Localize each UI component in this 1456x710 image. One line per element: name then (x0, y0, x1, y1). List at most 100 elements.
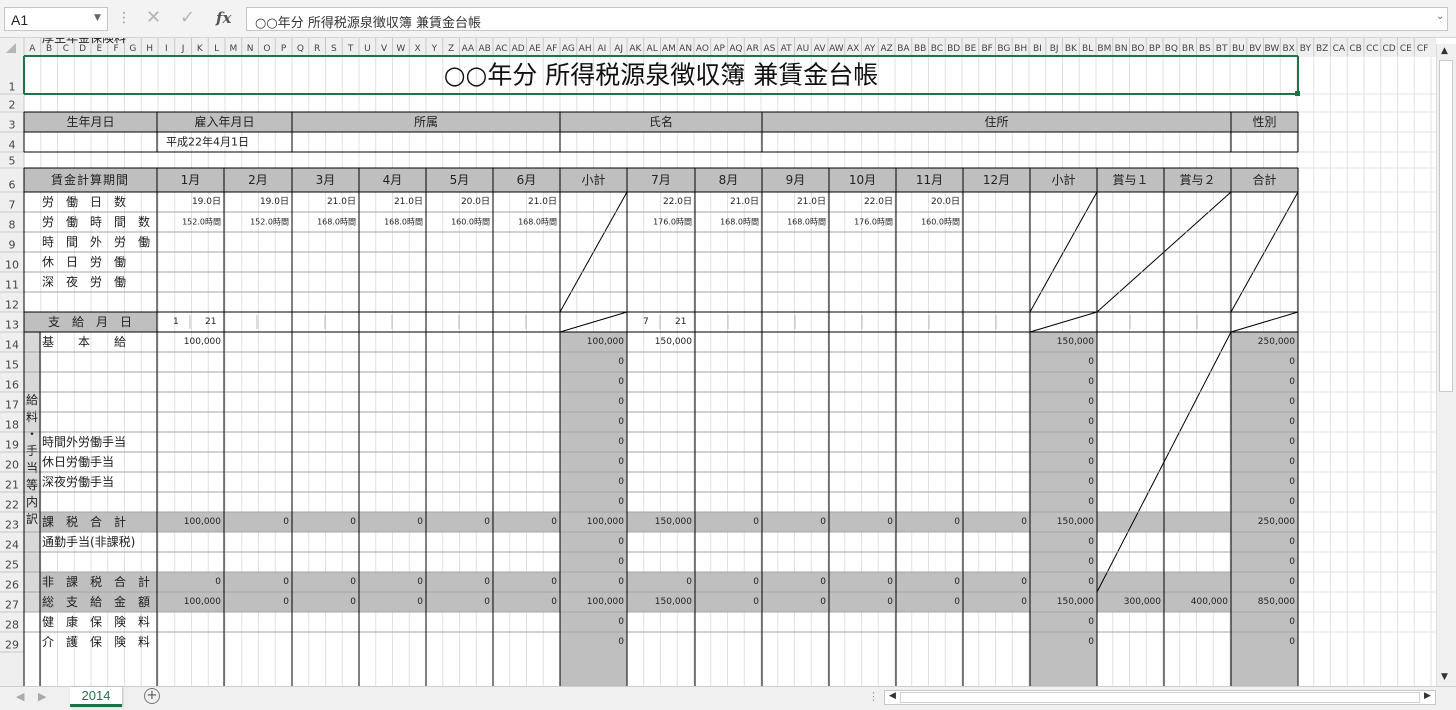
chevron-down-icon[interactable]: ▼ (94, 13, 101, 23)
zero-value: 0 (618, 617, 624, 627)
column-header-Q: Q (297, 44, 304, 54)
zero-value: 0 (1289, 617, 1295, 627)
gross-pay-value: 850,000 (1258, 597, 1295, 607)
work-days-value: 20.0日 (461, 196, 490, 207)
nontaxable-total-value: 0 (954, 577, 960, 587)
column-header-BA: BA (897, 44, 910, 54)
scroll-up-icon[interactable]: ▲ (1441, 46, 1448, 56)
zero-value: 0 (1088, 357, 1094, 367)
zero-value: 0 (618, 537, 624, 547)
scroll-left-icon[interactable]: ◀ (889, 691, 896, 701)
horizontal-scroll-thumb[interactable] (900, 692, 1420, 703)
row-header-14: 14 (5, 339, 19, 352)
taxable-total-value: 150,000 (655, 517, 692, 527)
work-hours-value: 160.0時間 (451, 218, 490, 227)
worksheet-grid[interactable]: A B C D E F G H I J K L M N O P Q R S T U V W X Y Z AA AB AC AD AE AF AG… (0, 38, 1456, 686)
nontaxable-total-value: 0 (215, 577, 221, 587)
nontaxable-total-value: 0 (1289, 577, 1295, 587)
column-header-AT: AT (781, 44, 792, 54)
row-header-7: 7 (9, 199, 16, 212)
nontaxable-total-value: 0 (887, 577, 893, 587)
column-header-CE: CE (1400, 44, 1412, 54)
formula-input[interactable]: ○○年分 所得税源泉徴収簿 兼賃金台帳 (246, 7, 1448, 31)
column-header-BF: BF (981, 44, 992, 54)
column-header-AN: AN (679, 44, 692, 54)
row-header-16: 16 (5, 379, 19, 392)
payday-day: 21 (675, 317, 686, 327)
column-header-W: W (396, 44, 405, 54)
taxable-total-value: 0 (887, 517, 893, 527)
column-header-BZ: BZ (1316, 44, 1328, 54)
cancel-icon[interactable]: ✕ (146, 7, 161, 28)
work-days-value: 19.0日 (260, 196, 289, 207)
pay-label: 非 課 税 合 計 (42, 574, 150, 589)
column-header-BM: BM (1097, 44, 1111, 54)
previous-sheet-icon[interactable]: ◀ (16, 690, 24, 703)
column-header-AR: AR (746, 44, 758, 54)
row-header-23: 23 (5, 519, 19, 532)
header-label: 雇入年月日 (194, 114, 254, 129)
row-header-17: 17 (5, 399, 19, 412)
sheet-tab-2014[interactable]: 2014 (70, 687, 122, 707)
pay-label: 健 康 保 険 料 (42, 614, 150, 629)
taxable-total-value: 0 (954, 517, 960, 527)
column-header-AC: AC (495, 44, 507, 54)
row-header-3: 3 (9, 119, 16, 132)
zero-value: 0 (618, 357, 624, 367)
pay-value: 100,000 (587, 337, 624, 347)
zero-value: 0 (1289, 557, 1295, 567)
month-header: 11月 (916, 173, 943, 187)
vertical-scroll-thumb[interactable] (1439, 60, 1453, 392)
worksheet-canvas[interactable]: A B C D E F G H I J K L M N O P Q R S T U V W X Y Z AA AB AC AD AE AF AG… (0, 38, 1456, 686)
work-days-value: 21.0日 (797, 196, 826, 207)
row-header-8: 8 (9, 219, 16, 232)
zero-value: 0 (1289, 637, 1295, 647)
header-label: 性別 (1252, 115, 1276, 129)
insert-function-icon[interactable]: fx (216, 9, 231, 27)
month-header: 5月 (450, 173, 470, 187)
gross-pay-value: 0 (753, 597, 759, 607)
enter-icon[interactable]: ✓ (180, 7, 195, 28)
column-header-BJ: BJ (1050, 44, 1059, 54)
row-header-5: 5 (9, 155, 16, 168)
zero-value: 0 (618, 637, 624, 647)
gross-pay-value: 0 (954, 597, 960, 607)
gross-pay-value: 150,000 (1057, 597, 1094, 607)
month-header: 合計 (1252, 172, 1276, 187)
column-header-AH: AH (579, 44, 592, 54)
header-label: 住所 (984, 115, 1008, 129)
tab-split-handle-icon[interactable]: ⋮ (868, 690, 879, 703)
column-header-AX: AX (847, 44, 859, 54)
scroll-right-icon[interactable]: ▶ (1424, 691, 1431, 701)
zero-value: 0 (618, 457, 624, 467)
nontaxable-total-value: 0 (820, 577, 826, 587)
column-header-Z: Z (448, 44, 454, 54)
expand-formula-bar-icon[interactable]: ⌄ (1436, 11, 1444, 22)
name-box[interactable]: A1 (4, 7, 108, 31)
column-header-C: C (63, 44, 69, 54)
work-days-value: 19.0日 (192, 196, 221, 207)
side-label-char: 訳 (26, 511, 38, 526)
gross-pay-value: 0 (820, 597, 826, 607)
work-days-value: 22.0日 (864, 196, 893, 207)
scroll-down-icon[interactable]: ▼ (1441, 672, 1448, 682)
column-header-V: V (381, 44, 388, 54)
zero-value: 0 (618, 477, 624, 487)
zero-value: 0 (1289, 437, 1295, 447)
next-sheet-icon[interactable]: ▶ (38, 690, 46, 703)
zero-value: 0 (1289, 397, 1295, 407)
row-header-1: 1 (9, 81, 16, 94)
plus-circle-icon[interactable]: + (144, 688, 160, 704)
column-header-L: L (214, 44, 219, 54)
column-header-AP: AP (713, 44, 725, 54)
gross-pay-value: 0 (551, 597, 557, 607)
work-hours-value: 176.0時間 (854, 218, 893, 227)
month-header: 小計 (581, 172, 605, 187)
gross-pay-value: 0 (417, 597, 423, 607)
column-header-BG: BG (997, 44, 1010, 54)
column-header-AS: AS (763, 44, 775, 54)
column-header-AQ: AQ (729, 44, 742, 54)
subtotal-fill (1030, 332, 1097, 686)
pay-label: 深夜労働手当 (42, 474, 114, 489)
zero-value: 0 (618, 417, 624, 427)
